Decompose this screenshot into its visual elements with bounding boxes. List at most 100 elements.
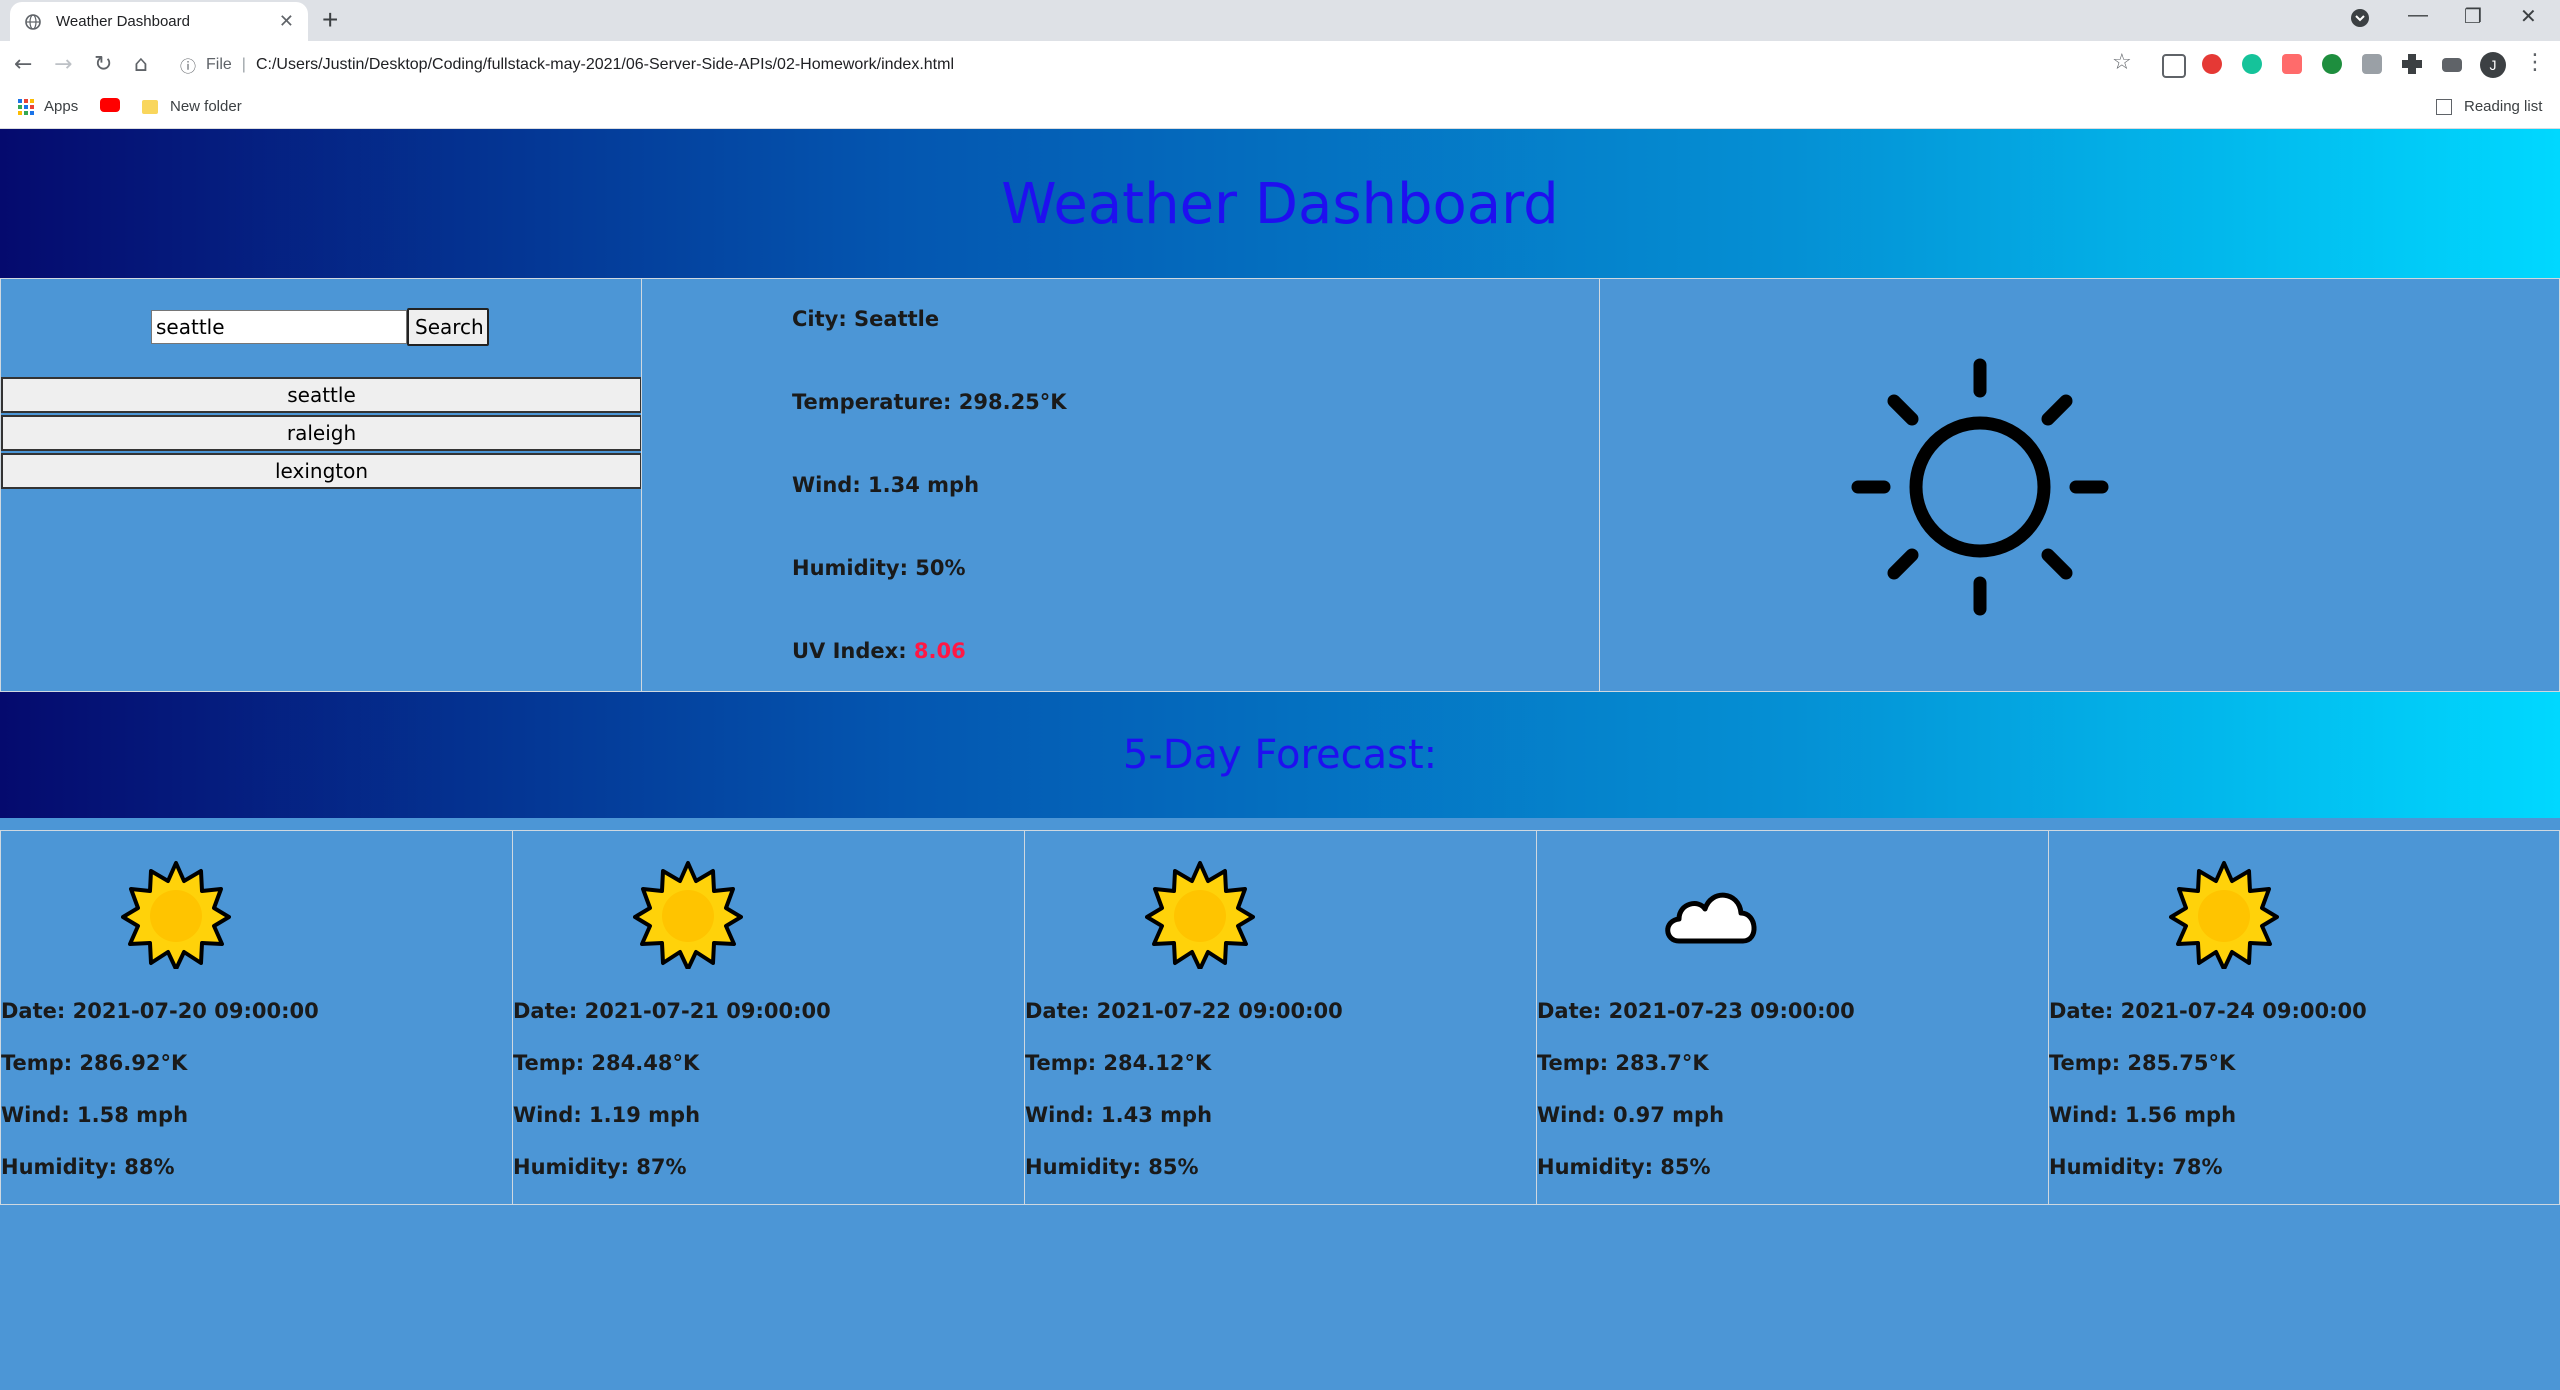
new-tab-icon[interactable]: + <box>322 4 338 36</box>
page-header: Weather Dashboard <box>0 129 2560 279</box>
minimize-icon[interactable]: — <box>2408 4 2428 27</box>
media-control-icon[interactable] <box>2442 58 2462 72</box>
extension-green-icon[interactable] <box>2322 54 2342 74</box>
bookmark-folder-label: New folder <box>170 98 242 115</box>
reading-list-icon <box>2436 98 2452 115</box>
extension-adblock-icon[interactable] <box>2202 54 2222 74</box>
bookmarks-bar: Apps New folder Reading list <box>0 89 2560 129</box>
apps-grid-icon <box>18 98 34 115</box>
forecast-date: Date: 2021-07-20 09:00:00 <box>1 999 319 1023</box>
forecast-details: Date: 2021-07-24 09:00:00 Temp: 285.75°K… <box>2049 999 2367 1207</box>
forecast-temp: Temp: 285.75°K <box>2049 1051 2236 1075</box>
current-humidity: Humidity: 50% <box>792 556 966 580</box>
forecast-wind: Wind: 1.19 mph <box>513 1103 701 1127</box>
tab-strip: Weather Dashboard ✕ + — ❐ ✕ <box>0 0 2560 41</box>
history-button-seattle[interactable]: seattle <box>1 377 642 413</box>
forecast-details: Date: 2021-07-22 09:00:00 Temp: 284.12°K… <box>1025 999 1343 1207</box>
bookmark-new-folder[interactable]: New folder <box>142 98 242 115</box>
url-scheme: File <box>206 56 232 73</box>
search-history: seattle raleigh lexington <box>1 377 643 491</box>
sun-outline-icon <box>1851 358 2109 616</box>
current-uv-index: UV Index: 8.06 <box>792 639 1067 674</box>
reload-icon[interactable]: ↻ <box>94 52 112 77</box>
forecast-title: 5-Day Forecast: <box>1122 732 1438 778</box>
forecast-card: Date: 2021-07-20 09:00:00 Temp: 286.92°K… <box>0 830 513 1205</box>
forecast-details: Date: 2021-07-23 09:00:00 Temp: 283.7°K … <box>1537 999 1855 1207</box>
tab-title: Weather Dashboard <box>56 13 190 30</box>
extension-grammarly-icon[interactable] <box>2242 54 2262 74</box>
history-button-raleigh[interactable]: raleigh <box>1 415 642 451</box>
current-temperature: Temperature: 298.25°K <box>792 390 1067 414</box>
uv-index-label: UV Index: <box>792 639 914 663</box>
extension-pdf-icon[interactable] <box>2362 54 2382 74</box>
sun-icon <box>2169 861 2279 969</box>
home-icon[interactable]: ⌂ <box>134 52 148 77</box>
search-row: Search <box>151 308 489 346</box>
forecast-card: Date: 2021-07-22 09:00:00 Temp: 284.12°K… <box>1024 830 1537 1205</box>
forecast-humidity: Humidity: 88% <box>1 1155 175 1179</box>
forecast-card: Date: 2021-07-21 09:00:00 Temp: 284.48°K… <box>512 830 1025 1205</box>
back-icon[interactable]: ← <box>14 52 32 77</box>
search-button[interactable]: Search <box>407 308 489 346</box>
forecast-humidity: Humidity: 78% <box>2049 1155 2223 1179</box>
bookmark-youtube[interactable] <box>100 98 120 112</box>
folder-icon <box>142 99 158 114</box>
current-weather-panel: City: Seattle Temperature: 298.25°K Wind… <box>641 278 1600 692</box>
forecast-temp: Temp: 286.92°K <box>1 1051 188 1075</box>
city-search-input[interactable] <box>151 310 407 344</box>
bookmark-star-icon[interactable]: ☆ <box>2112 50 2132 75</box>
reading-list-button[interactable]: Reading list <box>2436 98 2542 115</box>
current-weather-details: City: Seattle Temperature: 298.25°K Wind… <box>792 307 1067 722</box>
forecast-humidity: Humidity: 85% <box>1537 1155 1711 1179</box>
forecast-wind: Wind: 1.43 mph <box>1025 1103 1213 1127</box>
youtube-icon <box>100 98 120 112</box>
bookmark-apps-label: Apps <box>44 98 79 115</box>
tab-search-icon[interactable] <box>2350 8 2370 34</box>
forecast-wind: Wind: 0.97 mph <box>1537 1103 1725 1127</box>
current-icon-panel <box>1599 278 2560 692</box>
forecast-temp: Temp: 284.48°K <box>513 1051 700 1075</box>
url-separator: | <box>241 56 246 73</box>
menu-kebab-icon[interactable]: ⋮ <box>2524 50 2546 75</box>
cloud-icon <box>1665 892 1757 944</box>
restore-icon[interactable]: ❐ <box>2464 4 2482 29</box>
history-button-lexington[interactable]: lexington <box>1 453 642 489</box>
forecast-date: Date: 2021-07-22 09:00:00 <box>1025 999 1343 1023</box>
extension-edit-icon[interactable] <box>2162 54 2186 78</box>
close-tab-icon[interactable]: ✕ <box>279 11 294 32</box>
address-bar[interactable]: ⓘ File | C:/Users/Justin/Desktop/Coding/… <box>180 48 2100 82</box>
sun-icon <box>121 861 231 969</box>
current-city: City: Seattle <box>792 307 940 331</box>
forecast-date: Date: 2021-07-24 09:00:00 <box>2049 999 2367 1023</box>
tab-weather-dashboard[interactable]: Weather Dashboard ✕ <box>10 2 308 41</box>
url-text: C:/Users/Justin/Desktop/Coding/fullstack… <box>255 56 954 73</box>
info-icon[interactable]: ⓘ <box>180 53 196 77</box>
forward-icon[interactable]: → <box>54 52 72 77</box>
forecast-temp: Temp: 284.12°K <box>1025 1051 1212 1075</box>
page-title: Weather Dashboard <box>1001 171 1559 237</box>
uv-index-value: 8.06 <box>913 639 966 663</box>
forecast-wind: Wind: 1.58 mph <box>1 1103 189 1127</box>
forecast-details: Date: 2021-07-20 09:00:00 Temp: 286.92°K… <box>1 999 319 1207</box>
forecast-humidity: Humidity: 87% <box>513 1155 687 1179</box>
forecast-card: Date: 2021-07-23 09:00:00 Temp: 283.7°K … <box>1536 830 2049 1205</box>
forecast-wind: Wind: 1.56 mph <box>2049 1103 2237 1127</box>
sun-icon <box>633 861 743 969</box>
search-panel: Search seattle raleigh lexington <box>0 278 642 692</box>
globe-icon <box>24 13 42 31</box>
forecast-card: Date: 2021-07-24 09:00:00 Temp: 285.75°K… <box>2048 830 2560 1205</box>
forecast-humidity: Humidity: 85% <box>1025 1155 1199 1179</box>
forecast-date: Date: 2021-07-21 09:00:00 <box>513 999 831 1023</box>
forecast-date: Date: 2021-07-23 09:00:00 <box>1537 999 1855 1023</box>
page-body: Weather Dashboard Search seattle raleigh… <box>0 129 2560 1390</box>
forecast-header: 5-Day Forecast: <box>0 692 2560 818</box>
forecast-details: Date: 2021-07-21 09:00:00 Temp: 284.48°K… <box>513 999 831 1207</box>
forecast-temp: Temp: 283.7°K <box>1537 1051 1709 1075</box>
extension-red-icon[interactable] <box>2282 54 2302 74</box>
current-wind: Wind: 1.34 mph <box>792 473 980 497</box>
bookmark-apps[interactable]: Apps <box>18 98 78 115</box>
profile-avatar[interactable]: J <box>2480 52 2506 78</box>
sun-icon <box>1145 861 1255 969</box>
close-window-icon[interactable]: ✕ <box>2520 4 2537 29</box>
reading-list-label: Reading list <box>2464 98 2543 115</box>
